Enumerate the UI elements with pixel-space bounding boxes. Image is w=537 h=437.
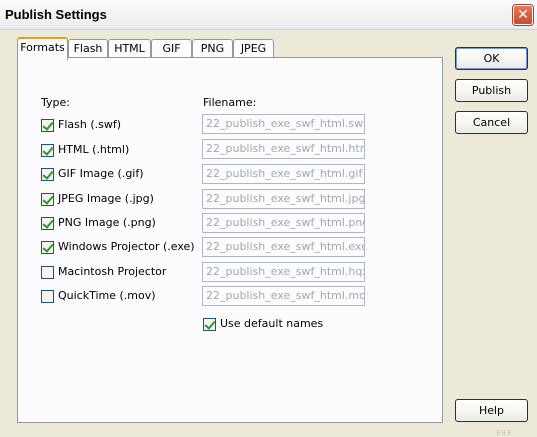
formats-panel <box>17 57 443 423</box>
tab-flash[interactable]: Flash <box>68 39 108 59</box>
close-icon[interactable]: ✕ <box>512 4 534 26</box>
help-button[interactable]: Help <box>455 399 528 422</box>
tab-gif[interactable]: GIF <box>151 39 192 59</box>
title-bar: Publish Settings ✕ <box>0 0 537 30</box>
tab-png[interactable]: PNG <box>192 39 233 59</box>
tab-formats[interactable]: Formats <box>17 37 68 60</box>
ok-button[interactable]: OK <box>455 47 528 70</box>
tab-html[interactable]: HTML <box>108 39 151 59</box>
cancel-button[interactable]: Cancel <box>455 111 528 134</box>
window-title: Publish Settings <box>5 7 107 22</box>
resize-grip-icon[interactable]: ⠿⠿⠿ <box>496 430 536 437</box>
publish-button[interactable]: Publish <box>455 79 528 102</box>
tab-jpeg[interactable]: JPEG <box>233 39 274 59</box>
